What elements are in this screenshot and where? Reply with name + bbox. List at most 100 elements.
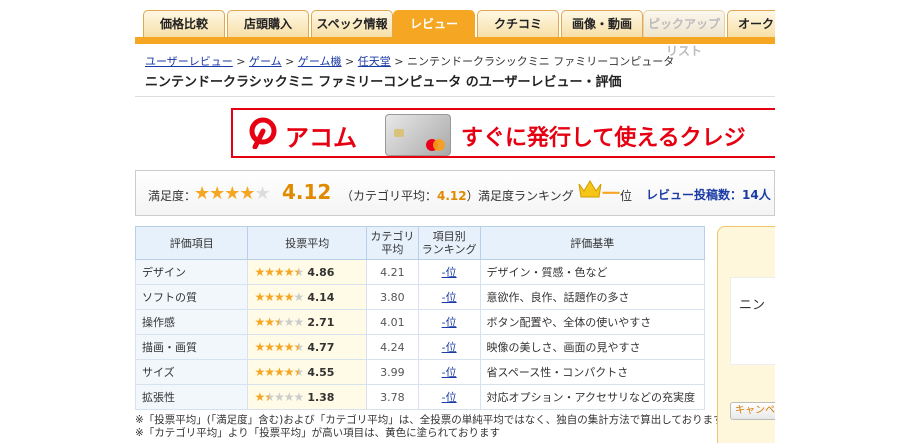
- rating-item: デザイン: [135, 259, 249, 285]
- item-ranking: -位: [417, 334, 481, 360]
- rating-item: 操作感: [135, 309, 249, 335]
- criteria: ボタン配置や、全体の使いやすさ: [479, 309, 706, 335]
- star-rating-icon: ★★★★★: [254, 390, 304, 404]
- vote-average-value: 4.55: [307, 366, 335, 379]
- ranking-link[interactable]: -位: [442, 366, 457, 379]
- col-header: 投票平均: [247, 226, 368, 260]
- star-rating-icon: ★★★★★: [254, 290, 304, 304]
- review-count: レビュー投稿数：14人: [646, 188, 771, 202]
- col-header: カテゴリ 平均: [366, 226, 419, 260]
- rating-item: ソフトの質: [135, 284, 249, 310]
- vote-average: ★★★★★ 4.14: [247, 284, 368, 310]
- vote-average: ★★★★★ 2.71: [247, 309, 368, 335]
- ranking-link[interactable]: -位: [442, 266, 457, 279]
- table-row: 拡張性 ★★★★★ 1.38 3.78 -位 対応オプション・アクセサリなどの充実度: [135, 384, 706, 410]
- campaign-button[interactable]: キャンペー: [730, 402, 775, 420]
- tab-review[interactable]: レビュー: [393, 10, 475, 37]
- rating-summary: 満足度： ★★★★★ 4.12 （カテゴリ平均：4.12） 満足度ランキング 一…: [135, 170, 775, 216]
- table-row: ソフトの質 ★★★★★ 4.14 3.80 -位 意欲作、良作、話題作の多さ: [135, 284, 706, 310]
- breadcrumb-current: ニンテンドークラシックミニ ファミリーコンピュータ: [407, 55, 675, 68]
- category-average-cell: 4.21: [366, 259, 419, 285]
- star-rating-icon: ★★★★★: [254, 365, 304, 379]
- divider: [135, 96, 775, 97]
- tab-price[interactable]: 価格比較: [143, 10, 225, 37]
- tab-kuchikomi[interactable]: クチコミ: [477, 10, 559, 37]
- star-rating-icon: ★★★★★: [254, 315, 304, 329]
- table-row: 描画・画質 ★★★★★ 4.77 4.24 -位 映像の美しさ、画面の見やすさ: [135, 334, 706, 360]
- tab-images[interactable]: 画像・動画: [561, 10, 643, 37]
- ad-text: すぐに発行して使えるクレジ: [461, 126, 746, 151]
- ranking-link[interactable]: -位: [442, 291, 457, 304]
- ad-banner[interactable]: アコム すぐに発行して使えるクレジ: [231, 108, 775, 158]
- item-ranking: -位: [417, 309, 481, 335]
- vote-average: ★★★★★ 1.38: [247, 384, 368, 410]
- satisfaction-label: 満足度：: [148, 189, 197, 203]
- satisfaction-score: 4.12: [282, 180, 332, 204]
- rating-item: サイズ: [135, 359, 249, 385]
- table-row: サイズ ★★★★★ 4.55 3.99 -位 省スペース性・コンパクトさ: [135, 359, 706, 385]
- category-average-cell: 3.78: [366, 384, 419, 410]
- ranking-label: 満足度ランキング: [478, 189, 574, 203]
- star-rating-icon: ★★★★★: [254, 340, 304, 354]
- tab-bar: 価格比較 店頭購入 スペック情報 レビュー クチコミ 画像・動画 ピックアップリ…: [135, 0, 775, 58]
- criteria: 省スペース性・コンパクトさ: [479, 359, 706, 385]
- side-panel: ニン キャンペー: [717, 226, 775, 443]
- item-ranking: -位: [417, 284, 481, 310]
- vote-average-value: 4.77: [307, 341, 335, 354]
- vote-average-value: 4.14: [307, 291, 335, 304]
- col-header: 評価項目: [135, 226, 249, 260]
- vote-average-value: 2.71: [307, 316, 335, 329]
- ranking-link[interactable]: -位: [442, 341, 457, 354]
- col-header: 評価基準: [479, 226, 706, 260]
- item-ranking: -位: [417, 359, 481, 385]
- footnote: ※「カテゴリ平均」より「投票平均」が高い項目は、黄色に塗られております: [135, 427, 500, 439]
- vote-average: ★★★★★ 4.55: [247, 359, 368, 385]
- crown-icon: [578, 180, 602, 198]
- vote-average-value: 4.86: [307, 266, 335, 279]
- category-average-cell: 3.99: [366, 359, 419, 385]
- breadcrumb: ユーザーレビュー > ゲーム > ゲーム機 > 任天堂 > ニンテンドークラシッ…: [145, 55, 675, 68]
- criteria: 対応オプション・アクセサリなどの充実度: [479, 384, 706, 410]
- category-average: （カテゴリ平均：4.12）: [341, 189, 479, 203]
- table-row: 操作感 ★★★★★ 2.71 4.01 -位 ボタン配置や、全体の使いやすさ: [135, 309, 706, 335]
- breadcrumb-link[interactable]: 任天堂: [358, 55, 391, 68]
- criteria: デザイン・質感・色など: [479, 259, 706, 285]
- tab-store[interactable]: 店頭購入: [227, 10, 309, 37]
- star-rating-icon: ★★★★★: [194, 183, 271, 204]
- table-row: デザイン ★★★★★ 4.86 4.21 -位 デザイン・質感・色など: [135, 259, 706, 285]
- star-rating-icon: ★★★★★: [254, 265, 304, 279]
- rating-item: 拡張性: [135, 384, 249, 410]
- ranking-link[interactable]: -位: [442, 316, 457, 329]
- tab-pickup[interactable]: ピックアップリスト: [643, 10, 725, 58]
- rating-table: 評価項目 投票平均 カテゴリ 平均 項目別 ランキング 評価基準 デザイン ★★★★★…: [135, 226, 706, 410]
- vote-average: ★★★★★ 4.86: [247, 259, 368, 285]
- ranking-link[interactable]: -位: [442, 391, 457, 404]
- page-title: ニンテンドークラシックミニ ファミリーコンピュータ のユーザーレビュー・評価: [145, 75, 622, 90]
- vote-average-value: 1.38: [307, 391, 335, 404]
- category-average-cell: 4.01: [366, 309, 419, 335]
- col-header: 項目別 ランキング: [417, 226, 481, 260]
- breadcrumb-link[interactable]: ゲーム: [249, 55, 282, 68]
- breadcrumb-link[interactable]: ゲーム機: [298, 55, 342, 68]
- item-ranking: -位: [417, 384, 481, 410]
- side-text: ニン: [739, 298, 766, 313]
- review-page: 価格比較 店頭購入 スペック情報 レビュー クチコミ 画像・動画 ピックアップリ…: [135, 0, 775, 443]
- item-ranking: -位: [417, 259, 481, 285]
- acom-logo-icon: [249, 117, 277, 149]
- category-average-cell: 4.24: [366, 334, 419, 360]
- criteria: 映像の美しさ、画面の見やすさ: [479, 334, 706, 360]
- rating-item: 描画・画質: [135, 334, 249, 360]
- side-box: ニン: [730, 277, 775, 365]
- ranking-unit: 位: [620, 189, 633, 203]
- ranking-value: 一: [602, 184, 620, 205]
- ad-brand: アコム: [285, 124, 357, 152]
- footnotes: ※「投票平均」(「満足度」含む)および「カテゴリ平均」は、全投票の単純平均ではな…: [135, 414, 724, 440]
- vote-average: ★★★★★ 4.77: [247, 334, 368, 360]
- credit-card-icon: [385, 114, 451, 156]
- breadcrumb-link[interactable]: ユーザーレビュー: [145, 55, 233, 68]
- criteria: 意欲作、良作、話題作の多さ: [479, 284, 706, 310]
- tab-auction[interactable]: オークシ: [727, 10, 775, 37]
- footnote: ※「投票平均」(「満足度」含む)および「カテゴリ平均」は、全投票の単純平均ではな…: [135, 414, 724, 426]
- category-average-cell: 3.80: [366, 284, 419, 310]
- tab-spec[interactable]: スペック情報: [311, 10, 393, 37]
